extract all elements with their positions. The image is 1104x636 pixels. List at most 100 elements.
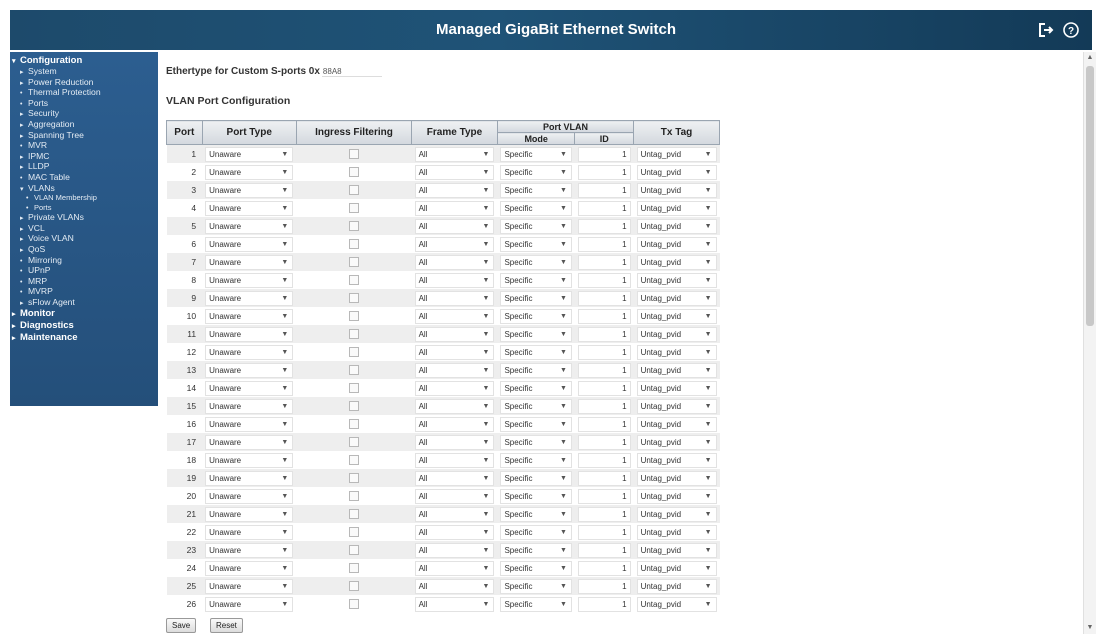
port-type-select[interactable]: Unaware ▼ [205, 488, 294, 504]
mode-select[interactable]: Specific ▼ [500, 200, 572, 216]
frame-type-select[interactable]: All ▼ [414, 290, 495, 306]
ingress-filtering-checkbox[interactable] [348, 185, 359, 195]
scroll-down-icon[interactable]: ▼ [1084, 622, 1096, 634]
tx-tag-select[interactable]: Untag_pvid ▼ [636, 488, 717, 504]
pvid-input[interactable]: 1 [577, 146, 631, 162]
pvid-input[interactable]: 1 [577, 524, 631, 540]
frame-type-select[interactable]: All ▼ [414, 272, 495, 288]
frame-type-select[interactable]: All ▼ [414, 236, 495, 252]
mode-select[interactable]: Specific ▼ [500, 542, 572, 558]
pvid-input[interactable]: 1 [577, 218, 631, 234]
mode-select[interactable]: Specific ▼ [500, 218, 572, 234]
ingress-filtering-checkbox[interactable] [348, 419, 359, 429]
frame-type-select[interactable]: All ▼ [414, 146, 495, 162]
ingress-filtering-checkbox[interactable] [348, 167, 359, 177]
mode-select[interactable]: Specific ▼ [500, 326, 572, 342]
ingress-filtering-checkbox[interactable] [348, 599, 359, 609]
ingress-filtering-checkbox[interactable] [348, 203, 359, 213]
port-type-select[interactable]: Unaware ▼ [205, 362, 294, 378]
port-type-select[interactable]: Unaware ▼ [205, 254, 294, 270]
mode-select[interactable]: Specific ▼ [500, 182, 572, 198]
tx-tag-select[interactable]: Untag_pvid ▼ [636, 236, 717, 252]
pvid-input[interactable]: 1 [577, 200, 631, 216]
mode-select[interactable]: Specific ▼ [500, 146, 572, 162]
ingress-filtering-checkbox[interactable] [348, 545, 359, 555]
ingress-filtering-checkbox[interactable] [348, 527, 359, 537]
pvid-input[interactable]: 1 [577, 488, 631, 504]
ingress-filtering-checkbox[interactable] [348, 581, 359, 591]
tx-tag-select[interactable]: Untag_pvid ▼ [636, 452, 717, 468]
ingress-filtering-checkbox[interactable] [348, 329, 359, 339]
frame-type-select[interactable]: All ▼ [414, 200, 495, 216]
ingress-filtering-checkbox[interactable] [348, 221, 359, 231]
mode-select[interactable]: Specific ▼ [500, 380, 572, 396]
port-type-select[interactable]: Unaware ▼ [205, 272, 294, 288]
pvid-input[interactable]: 1 [577, 434, 631, 450]
pvid-input[interactable]: 1 [577, 182, 631, 198]
frame-type-select[interactable]: All ▼ [414, 470, 495, 486]
logout-icon[interactable] [1038, 22, 1054, 38]
tx-tag-select[interactable]: Untag_pvid ▼ [636, 200, 717, 216]
tx-tag-select[interactable]: Untag_pvid ▼ [636, 398, 717, 414]
nav-item[interactable]: ▸ Diagnostics [12, 320, 158, 332]
port-type-select[interactable]: Unaware ▼ [205, 380, 294, 396]
tx-tag-select[interactable]: Untag_pvid ▼ [636, 344, 717, 360]
ingress-filtering-checkbox[interactable] [348, 275, 359, 285]
tx-tag-select[interactable]: Untag_pvid ▼ [636, 416, 717, 432]
frame-type-select[interactable]: All ▼ [414, 398, 495, 414]
ingress-filtering-checkbox[interactable] [348, 383, 359, 393]
mode-select[interactable]: Specific ▼ [500, 488, 572, 504]
mode-select[interactable]: Specific ▼ [500, 272, 572, 288]
mode-select[interactable]: Specific ▼ [500, 524, 572, 540]
pvid-input[interactable]: 1 [577, 560, 631, 576]
tx-tag-select[interactable]: Untag_pvid ▼ [636, 470, 717, 486]
tx-tag-select[interactable]: Untag_pvid ▼ [636, 182, 717, 198]
pvid-input[interactable]: 1 [577, 236, 631, 252]
port-type-select[interactable]: Unaware ▼ [205, 344, 294, 360]
port-type-select[interactable]: Unaware ▼ [205, 326, 294, 342]
tx-tag-select[interactable]: Untag_pvid ▼ [636, 164, 717, 180]
pvid-input[interactable]: 1 [577, 308, 631, 324]
frame-type-select[interactable]: All ▼ [414, 542, 495, 558]
mode-select[interactable]: Specific ▼ [500, 578, 572, 594]
pvid-input[interactable]: 1 [577, 470, 631, 486]
pvid-input[interactable]: 1 [577, 398, 631, 414]
port-type-select[interactable]: Unaware ▼ [205, 164, 294, 180]
mode-select[interactable]: Specific ▼ [500, 596, 572, 612]
pvid-input[interactable]: 1 [577, 578, 631, 594]
port-type-select[interactable]: Unaware ▼ [205, 218, 294, 234]
mode-select[interactable]: Specific ▼ [500, 164, 572, 180]
mode-select[interactable]: Specific ▼ [500, 362, 572, 378]
pvid-input[interactable]: 1 [577, 326, 631, 342]
mode-select[interactable]: Specific ▼ [500, 560, 572, 576]
frame-type-select[interactable]: All ▼ [414, 578, 495, 594]
mode-select[interactable]: Specific ▼ [500, 254, 572, 270]
ingress-filtering-checkbox[interactable] [348, 473, 359, 483]
frame-type-select[interactable]: All ▼ [414, 380, 495, 396]
tx-tag-select[interactable]: Untag_pvid ▼ [636, 542, 717, 558]
mode-select[interactable]: Specific ▼ [500, 470, 572, 486]
scroll-up-icon[interactable]: ▲ [1084, 52, 1096, 64]
tx-tag-select[interactable]: Untag_pvid ▼ [636, 578, 717, 594]
frame-type-select[interactable]: All ▼ [414, 434, 495, 450]
tx-tag-select[interactable]: Untag_pvid ▼ [636, 524, 717, 540]
tx-tag-select[interactable]: Untag_pvid ▼ [636, 326, 717, 342]
ingress-filtering-checkbox[interactable] [348, 311, 359, 321]
port-type-select[interactable]: Unaware ▼ [205, 578, 294, 594]
port-type-select[interactable]: Unaware ▼ [205, 416, 294, 432]
ingress-filtering-checkbox[interactable] [348, 257, 359, 267]
port-type-select[interactable]: Unaware ▼ [205, 308, 294, 324]
help-icon[interactable]: ? [1063, 22, 1079, 38]
save-button[interactable]: Save [166, 618, 197, 633]
frame-type-select[interactable]: All ▼ [414, 344, 495, 360]
port-type-select[interactable]: Unaware ▼ [205, 596, 294, 612]
mode-select[interactable]: Specific ▼ [500, 452, 572, 468]
ingress-filtering-checkbox[interactable] [348, 509, 359, 519]
ingress-filtering-checkbox[interactable] [348, 293, 359, 303]
ingress-filtering-checkbox[interactable] [348, 401, 359, 411]
frame-type-select[interactable]: All ▼ [414, 416, 495, 432]
frame-type-select[interactable]: All ▼ [414, 452, 495, 468]
pvid-input[interactable]: 1 [577, 542, 631, 558]
port-type-select[interactable]: Unaware ▼ [205, 290, 294, 306]
ingress-filtering-checkbox[interactable] [348, 365, 359, 375]
